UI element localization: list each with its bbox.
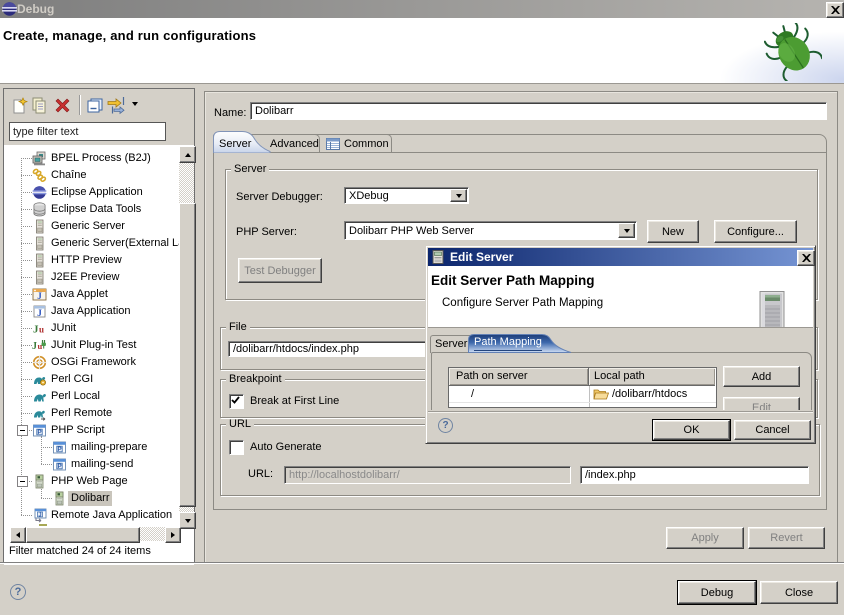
svg-text:P: P bbox=[57, 463, 62, 470]
svg-text:u: u bbox=[38, 341, 43, 351]
svg-text:J: J bbox=[38, 512, 41, 518]
svg-text:P: P bbox=[37, 429, 42, 436]
svg-text:P: P bbox=[57, 446, 62, 453]
svg-text:J: J bbox=[37, 291, 42, 301]
svg-text:J: J bbox=[37, 309, 42, 319]
svg-text:J: J bbox=[32, 341, 37, 352]
svg-text:u: u bbox=[39, 325, 44, 335]
